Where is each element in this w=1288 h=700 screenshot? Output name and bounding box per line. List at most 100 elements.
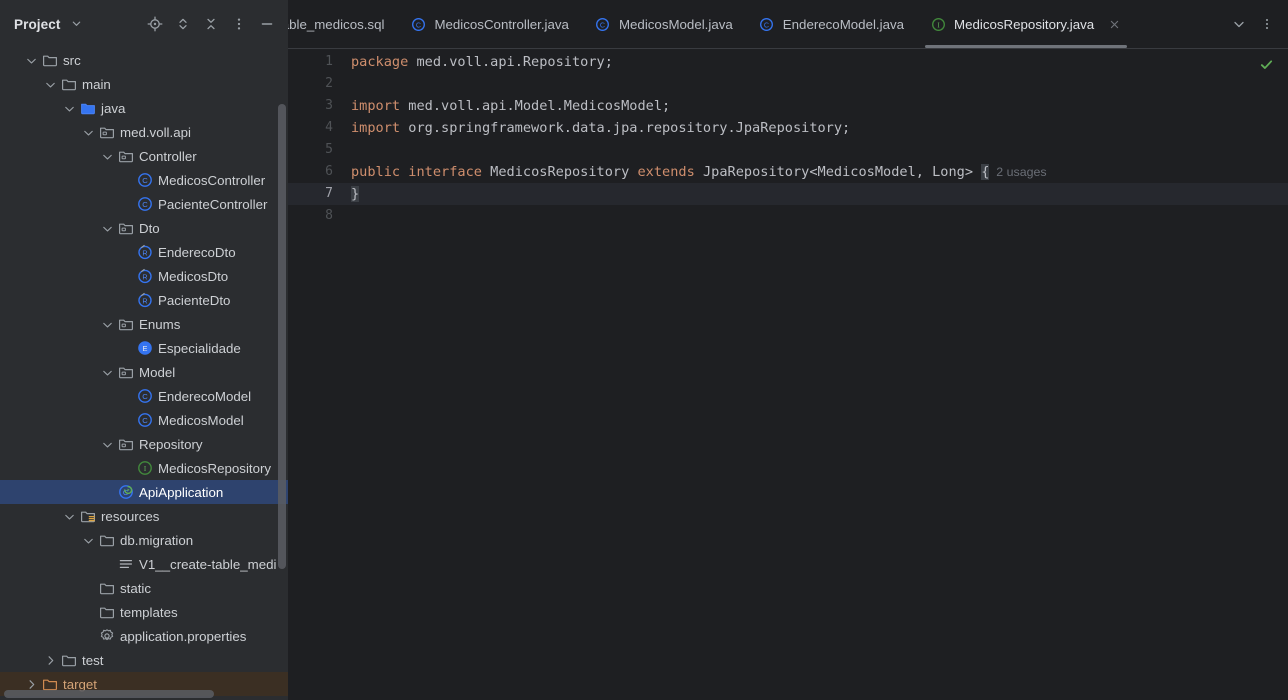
tree-row[interactable]: main [0,72,288,96]
code-token: MedicosRepository [490,164,630,180]
folder-icon [99,532,115,548]
tree-row[interactable]: static [0,576,288,600]
chevron-down-icon[interactable] [42,76,58,92]
tree-row[interactable]: resources [0,504,288,528]
tree-row[interactable]: E Especialidade [0,336,288,360]
tree-row-label: MedicosController [158,172,266,188]
java-record-icon: R [137,268,153,284]
code-token: med.voll.api.Model.MedicosModel; [400,98,671,114]
chevron-right-icon[interactable] [42,652,58,668]
svg-text:C: C [142,200,148,209]
svg-text:E: E [143,344,148,353]
tree-row[interactable]: C ApiApplication [0,480,288,504]
tree-row[interactable]: C MedicosModel [0,408,288,432]
tree-row-label: main [82,76,111,92]
editor-tab-sql[interactable]: table_medicos.sql [288,0,397,48]
svg-text:C: C [142,176,148,185]
tab-list-chevron-icon[interactable] [1226,11,1252,37]
close-icon[interactable] [1106,16,1122,32]
java-class-icon: C [137,196,153,212]
java-class-icon: C [137,412,153,428]
code-line[interactable]: } [345,183,1288,205]
tree-row[interactable]: Dto [0,216,288,240]
chevron-down-icon[interactable] [23,52,39,68]
tree-row[interactable]: V1__create-table_medi [0,552,288,576]
tree-row[interactable]: Controller [0,144,288,168]
code-line[interactable] [345,205,1288,227]
chevron-down-icon[interactable] [99,316,115,332]
chevron-down-icon[interactable] [80,532,96,548]
editor-code-area[interactable]: package med.voll.api.Repository; import m… [345,49,1288,700]
tree-row-label: resources [101,508,160,524]
chevron-down-icon[interactable] [61,100,77,116]
tree-row[interactable]: R PacienteDto [0,288,288,312]
editor-tab-medicoscontroller[interactable]: C MedicosController.java [397,0,582,48]
chevron-down-icon[interactable] [99,220,115,236]
java-record-icon: R [137,292,153,308]
tree-row[interactable]: Enums [0,312,288,336]
chevron-down-icon[interactable] [71,18,82,29]
chevron-down-icon[interactable] [99,148,115,164]
editor-gutter[interactable]: 1 2 3 4 5 6 7 8 [288,49,345,700]
tree-row[interactable]: db.migration [0,528,288,552]
tree-row[interactable]: C PacienteController [0,192,288,216]
code-line[interactable]: public interface MedicosRepository exten… [345,161,1288,183]
project-tree: src main java med.voll.api Controller C Medico… [0,48,288,700]
tree-row[interactable]: Repository [0,432,288,456]
expand-all-icon[interactable] [170,11,196,37]
java-class-icon: C [595,16,611,32]
editor-tab-enderecomodel[interactable]: C EnderecoModel.java [746,0,917,48]
hide-icon[interactable] [254,11,280,37]
tree-row[interactable]: java [0,96,288,120]
checkmark-ok-icon[interactable] [1259,57,1274,77]
code-line[interactable] [345,73,1288,95]
code-token: org.springframework.data.jpa.repository.… [400,120,851,136]
code-line[interactable] [345,139,1288,161]
code-line[interactable]: package med.voll.api.Repository; [345,51,1288,73]
tree-row[interactable]: R EnderecoDto [0,240,288,264]
tree-row-label: PacienteDto [158,292,231,308]
tree-row[interactable]: application.properties [0,624,288,648]
code-line[interactable]: import med.voll.api.Model.MedicosModel; [345,95,1288,117]
code-editor[interactable]: 1 2 3 4 5 6 7 8 package med.voll.api.Repository… [288,48,1288,700]
tree-row[interactable]: src [0,48,288,72]
editor-tab-medicosrepository[interactable]: I MedicosRepository.java [917,0,1135,48]
line-number: 2 [325,76,333,91]
chevron-down-icon[interactable] [80,124,96,140]
tree-row[interactable]: C EnderecoModel [0,384,288,408]
tree-horizontal-scrollbar[interactable] [4,690,214,698]
tree-row-label: Dto [139,220,160,236]
tree-row-label: MedicosModel [158,412,244,428]
chevron-down-icon[interactable] [61,508,77,524]
tree-row[interactable]: templates [0,600,288,624]
line-number: 7 [325,186,333,201]
project-toolwindow-title[interactable]: Project [14,17,82,32]
code-token: } [351,186,360,202]
tree-row[interactable]: C MedicosController [0,168,288,192]
tree-row[interactable]: R MedicosDto [0,264,288,288]
tree-vertical-scrollbar[interactable] [278,104,286,569]
tree-row[interactable]: med.voll.api [0,120,288,144]
resource-root-icon [80,508,96,524]
tree-row-label: EnderecoModel [158,388,252,404]
code-line[interactable]: import org.springframework.data.jpa.repo… [345,117,1288,139]
chevron-down-icon[interactable] [99,436,115,452]
tree-row[interactable]: I MedicosRepository [0,456,288,480]
tree-row-label: PacienteController [158,196,268,212]
collapse-all-icon[interactable] [198,11,224,37]
code-token: interface [408,164,482,180]
select-opened-file-icon[interactable] [142,11,168,37]
tree-row-label: Repository [139,436,203,452]
tree-row[interactable]: test [0,648,288,672]
project-toolwindow-title-label: Project [14,16,61,32]
tab-options-icon[interactable] [1254,11,1280,37]
tree-row-label: application.properties [120,628,247,644]
usages-inlay-hint[interactable]: 2 usages [989,165,1046,179]
package-icon [99,124,115,140]
editor-tab-medicosmodel[interactable]: C MedicosModel.java [582,0,746,48]
project-tree-panel[interactable]: src main java med.voll.api Controller C Medico… [0,48,288,700]
tree-row[interactable]: Model [0,360,288,384]
more-options-icon[interactable] [226,11,252,37]
java-class-icon: C [759,16,775,32]
chevron-down-icon[interactable] [99,364,115,380]
